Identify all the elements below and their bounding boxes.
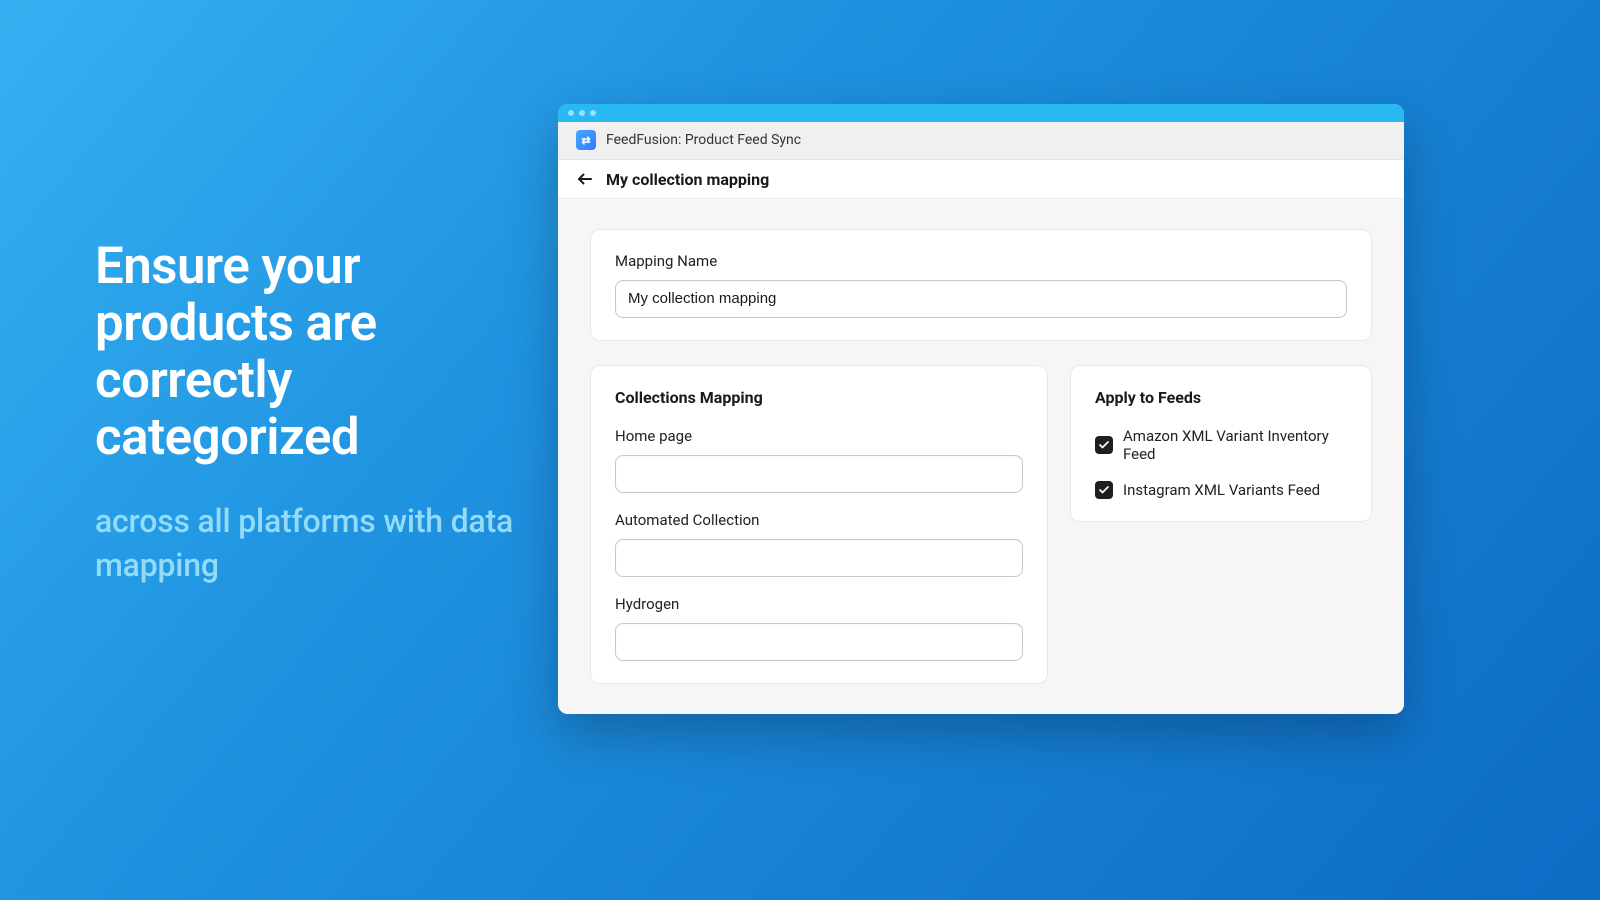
collection-input-home-page[interactable] <box>615 455 1023 493</box>
app-logo-icon: ⇄ <box>576 130 596 150</box>
collection-label: Home page <box>615 427 1023 445</box>
app-window: ⇄ FeedFusion: Product Feed Sync My colle… <box>558 104 1404 714</box>
window-dot-zoom-icon[interactable] <box>590 110 596 116</box>
apply-to-feeds-card: Apply to Feeds Amazon XML Variant Invent… <box>1070 365 1372 522</box>
checkbox-checked-icon[interactable] <box>1095 436 1113 454</box>
window-dot-close-icon[interactable] <box>568 110 574 116</box>
apply-to-feeds-title: Apply to Feeds <box>1095 388 1347 407</box>
collections-mapping-title: Collections Mapping <box>615 388 1023 407</box>
page-header: My collection mapping <box>558 160 1404 199</box>
mapping-name-input[interactable] <box>615 280 1347 318</box>
app-title: FeedFusion: Product Feed Sync <box>606 132 801 148</box>
window-dot-minimize-icon[interactable] <box>579 110 585 116</box>
window-titlebar <box>558 104 1404 122</box>
feed-row[interactable]: Instagram XML Variants Feed <box>1095 481 1347 499</box>
mapping-name-card: Mapping Name <box>590 229 1372 341</box>
back-arrow-icon[interactable] <box>576 170 594 188</box>
feed-row[interactable]: Amazon XML Variant Inventory Feed <box>1095 427 1347 463</box>
marketing-copy: Ensure your products are correctly categ… <box>95 238 515 587</box>
page-title: My collection mapping <box>606 170 769 189</box>
collection-label: Automated Collection <box>615 511 1023 529</box>
checkbox-checked-icon[interactable] <box>1095 481 1113 499</box>
collection-input-hydrogen[interactable] <box>615 623 1023 661</box>
feed-label: Instagram XML Variants Feed <box>1123 481 1320 499</box>
collection-label: Hydrogen <box>615 595 1023 613</box>
collection-input-automated[interactable] <box>615 539 1023 577</box>
marketing-headline: Ensure your products are correctly categ… <box>95 238 515 466</box>
feed-label: Amazon XML Variant Inventory Feed <box>1123 427 1347 463</box>
app-header: ⇄ FeedFusion: Product Feed Sync <box>558 122 1404 161</box>
marketing-subhead: across all platforms with data mapping <box>95 500 515 586</box>
collections-mapping-card: Collections Mapping Home page Automated … <box>590 365 1048 684</box>
mapping-name-label: Mapping Name <box>615 252 1347 270</box>
